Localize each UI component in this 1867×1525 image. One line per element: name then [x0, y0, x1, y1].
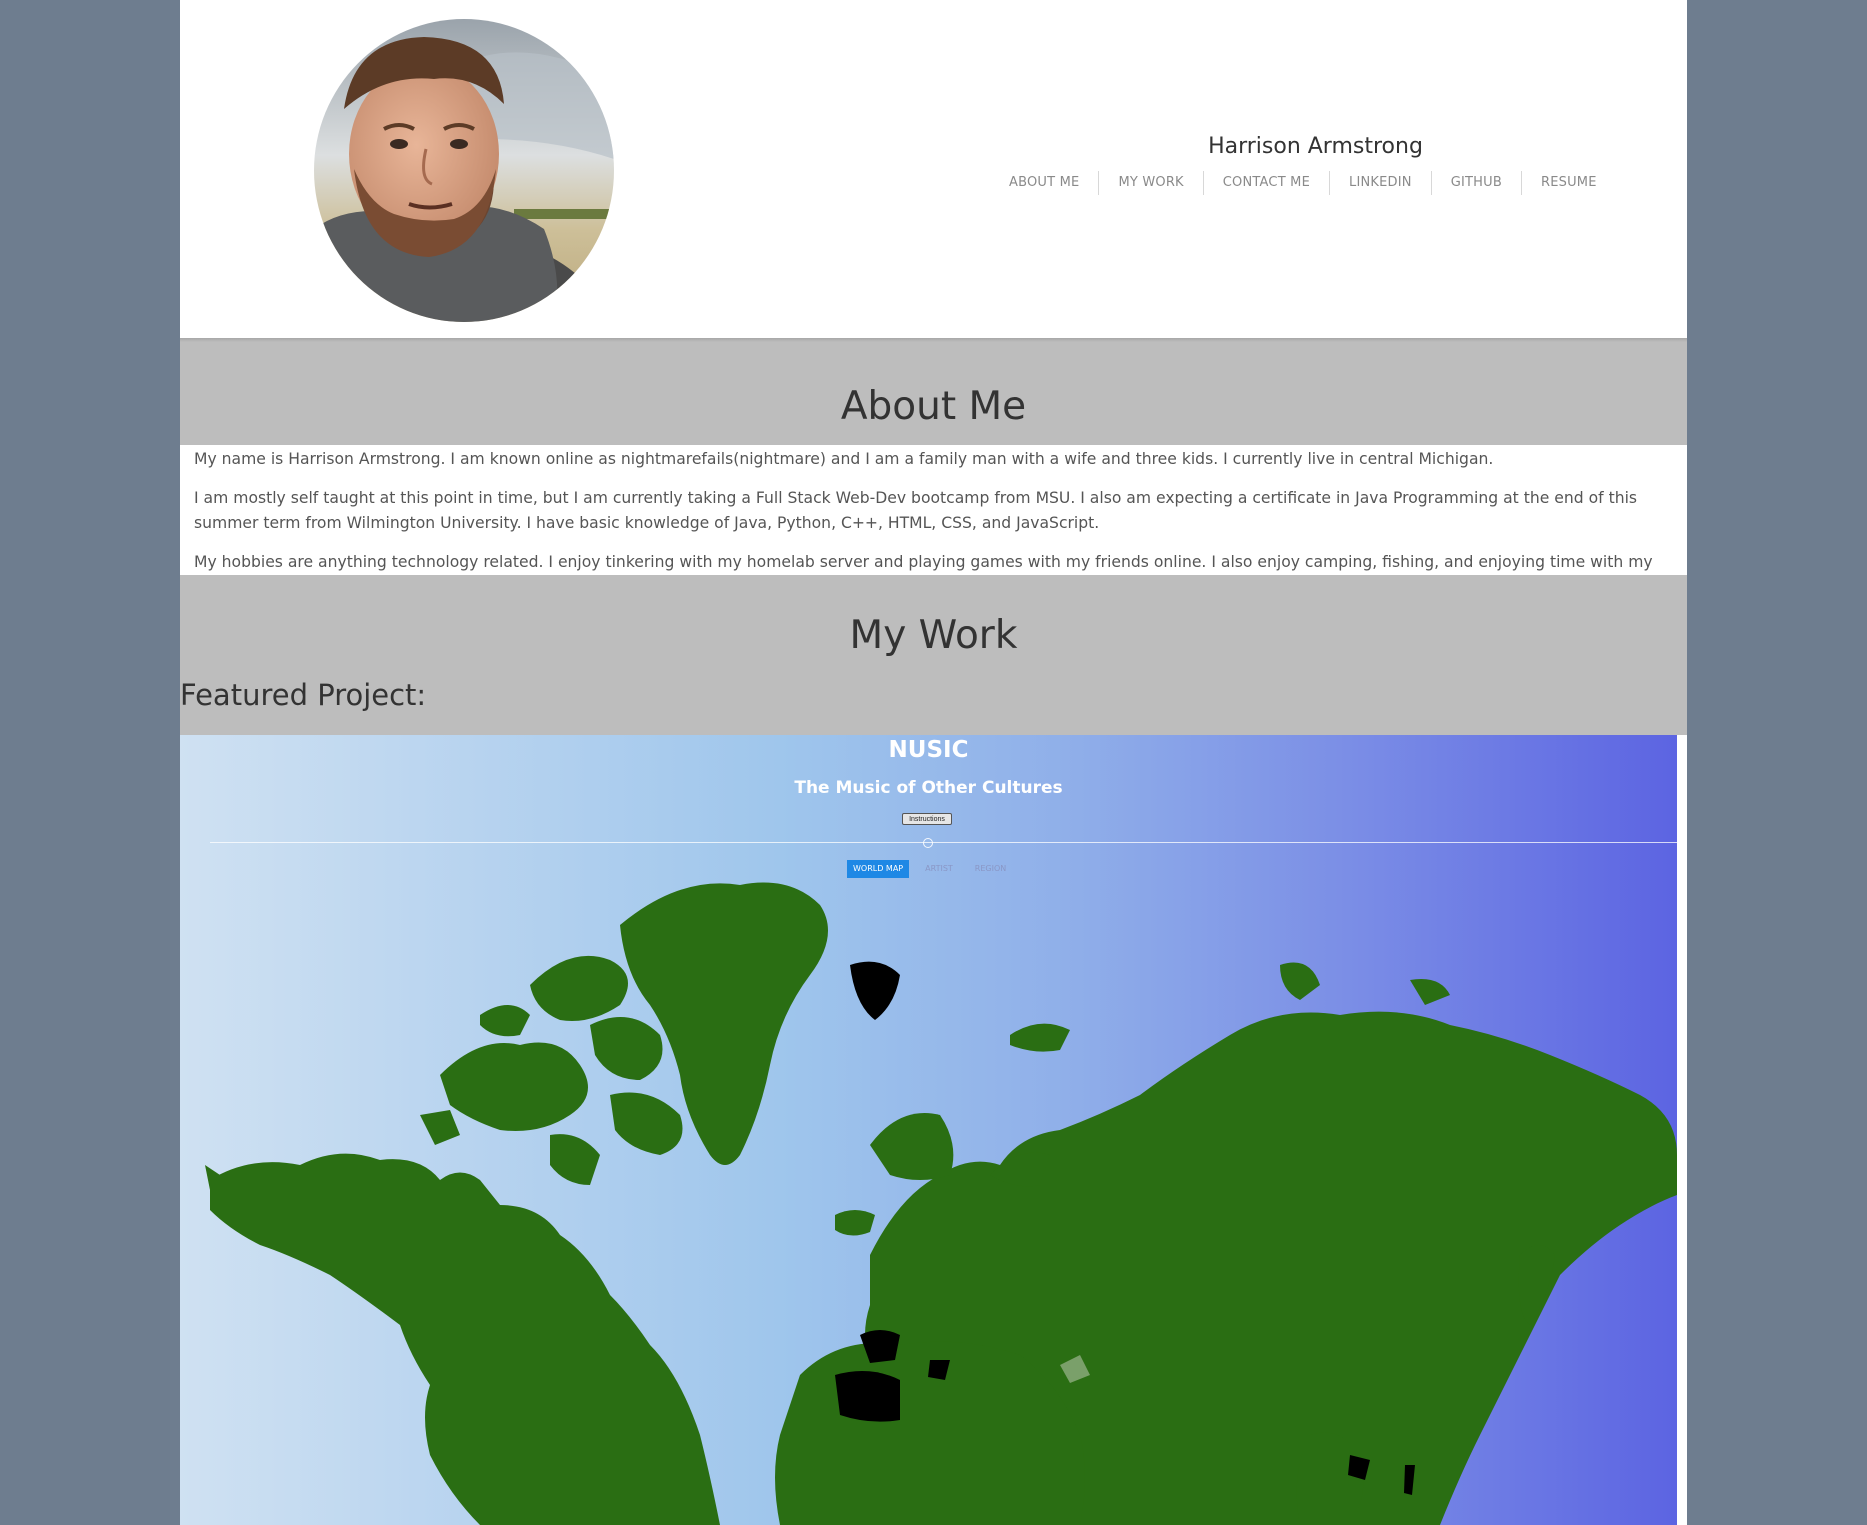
featured-project-label: Featured Project:	[180, 678, 427, 712]
about-paragraph: I am mostly self taught at this point in…	[194, 489, 1638, 532]
world-map	[205, 882, 1677, 1525]
about-paragraph: My name is Harrison Armstrong. I am know…	[194, 450, 1494, 468]
nav-resume[interactable]: RESUME	[1520, 171, 1616, 195]
about-content: My name is Harrison Armstrong. I am know…	[180, 445, 1687, 596]
map-land	[205, 882, 1677, 1525]
divider-line	[210, 842, 1677, 843]
tab-world-map[interactable]: WORLD MAP	[847, 860, 910, 878]
main-nav: ABOUT ME MY WORK CONTACT ME LINKEDIN GIT…	[990, 171, 1616, 195]
tab-region[interactable]: REGION	[969, 860, 1012, 878]
about-title: About Me	[840, 384, 1027, 429]
project-subtitle: The Music of Other Cultures	[794, 778, 1063, 798]
divider-dot	[923, 838, 933, 848]
tab-artist[interactable]: ARTIST	[919, 860, 959, 878]
nav-about-me[interactable]: ABOUT ME	[990, 171, 1098, 195]
instructions-button[interactable]: Instructions	[902, 813, 952, 825]
work-title: My Work	[849, 613, 1018, 658]
work-section-header: My Work Featured Project:	[180, 575, 1687, 735]
portfolio-page: Harrison Armstrong ABOUT ME MY WORK CONT…	[180, 0, 1687, 1525]
nav-linkedin[interactable]: LINKEDIN	[1329, 171, 1431, 195]
about-section-header: About Me	[180, 342, 1687, 445]
profile-photo	[314, 19, 614, 322]
avatar	[314, 19, 614, 322]
nav-github[interactable]: GITHUB	[1430, 171, 1521, 195]
project-title: NUSIC	[888, 737, 969, 763]
project-tabs: WORLD MAP ARTIST REGION	[847, 860, 1022, 878]
site-owner-name: Harrison Armstrong	[1208, 134, 1423, 159]
nav-my-work[interactable]: MY WORK	[1098, 171, 1202, 195]
preview-edge	[1677, 735, 1687, 1525]
site-header: Harrison Armstrong ABOUT ME MY WORK CONT…	[180, 0, 1687, 340]
featured-project-preview[interactable]: NUSIC The Music of Other Cultures Instru…	[180, 735, 1677, 1525]
nav-contact-me[interactable]: CONTACT ME	[1202, 171, 1329, 195]
